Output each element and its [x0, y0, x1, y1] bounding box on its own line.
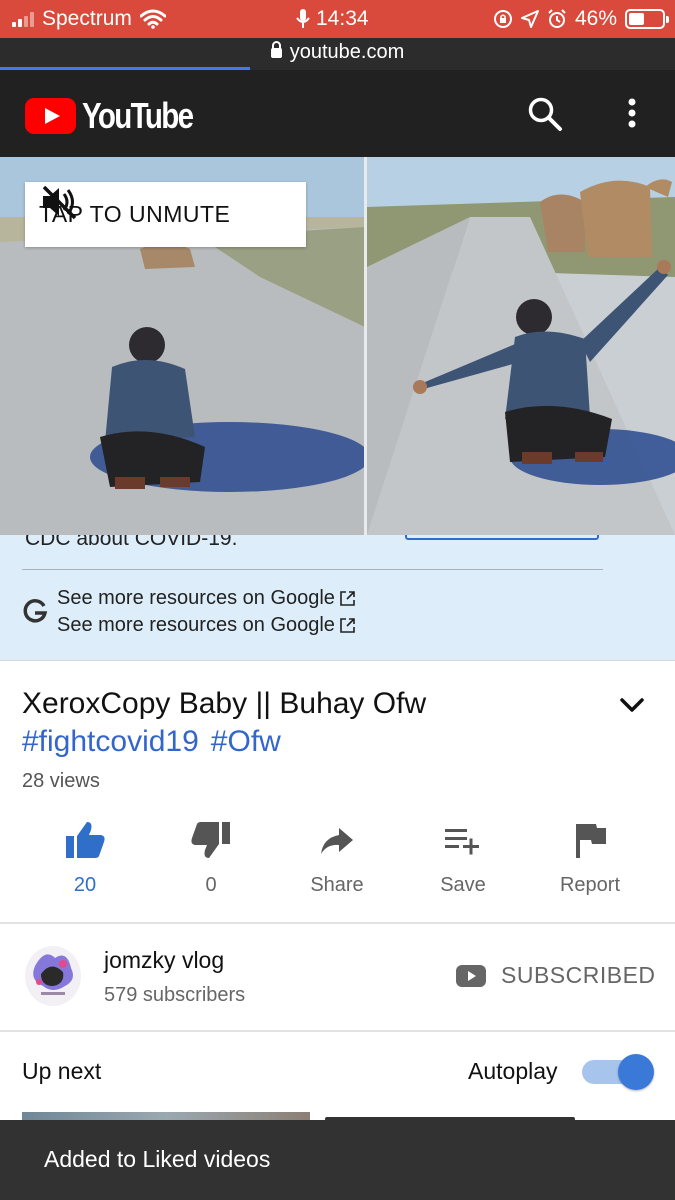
info-divider: [22, 569, 603, 570]
divider: [0, 922, 675, 924]
resources-text: See more resources on Google: [57, 614, 335, 636]
status-left: Spectrum: [12, 7, 166, 31]
status-bar: Spectrum 14:34 46%: [0, 0, 675, 38]
search-icon[interactable]: [527, 96, 563, 132]
battery-percent: 46%: [574, 7, 617, 30]
hashtags: #fightcovid19 #Ofw: [22, 723, 281, 761]
url-display[interactable]: youtube.com: [0, 41, 675, 64]
youtube-logo[interactable]: YouTube: [25, 95, 217, 137]
more-vert-icon[interactable]: [617, 96, 647, 132]
mic-icon: [296, 9, 310, 28]
location-icon: [520, 10, 539, 28]
carrier-label: Spectrum: [42, 7, 132, 30]
thumbs-up-icon: [66, 822, 105, 858]
report-button[interactable]: Report: [535, 818, 645, 897]
status-center: 14:34: [296, 7, 369, 31]
autoplay-label: Autoplay: [468, 1058, 558, 1084]
google-icon: [23, 599, 48, 623]
wifi-icon: [139, 9, 166, 29]
next-video-title[interactable]: [325, 1108, 615, 1120]
dislike-count: 0: [205, 874, 217, 896]
youtube-play-icon: [25, 98, 76, 134]
tap-to-unmute-button[interactable]: TAP TO UNMUTE: [25, 182, 306, 247]
view-count: 28 views: [22, 770, 100, 792]
battery-icon: [625, 9, 669, 29]
action-bar: 20 0 Share Save Report: [0, 818, 675, 923]
like-count: 20: [73, 874, 97, 896]
url-text: youtube.com: [289, 41, 405, 63]
screen: Spectrum 14:34 46% youtube.com YouTube T…: [0, 0, 675, 1200]
alarm-icon: [548, 9, 566, 28]
covid-info-panel: CDC about COVID-19. See more resources o…: [0, 535, 675, 661]
autoplay-toggle[interactable]: [580, 1054, 654, 1090]
external-link-icon: [340, 591, 355, 606]
subscribed-button[interactable]: SUBSCRIBED: [501, 962, 656, 989]
share-label: Share: [310, 874, 364, 896]
hashtag-link[interactable]: #Ofw: [211, 723, 281, 761]
share-icon: [321, 828, 353, 854]
toggle-knob: [618, 1054, 654, 1090]
divider: [0, 1030, 675, 1032]
youtube-wordmark: YouTube: [82, 95, 194, 136]
signal-icon: [12, 11, 34, 27]
rotation-lock-icon: [493, 10, 512, 28]
google-resources-link[interactable]: See more resources on Google: [57, 587, 356, 610]
google-resources-link[interactable]: See more resources on Google: [57, 614, 356, 637]
share-button[interactable]: Share: [282, 818, 392, 897]
clock: 14:34: [316, 7, 369, 30]
subscriber-count: 579 subscribers: [104, 984, 246, 1006]
report-label: Report: [559, 874, 621, 896]
video-player[interactable]: TAP TO UNMUTE: [0, 157, 675, 535]
cdc-text: CDC about COVID-19.: [25, 535, 238, 550]
video-title: XeroxCopy Baby || Buhay Ofw: [22, 687, 427, 720]
status-right: 46%: [493, 7, 669, 31]
channel-avatar[interactable]: [25, 946, 81, 1006]
lock-icon: [270, 41, 282, 58]
chevron-down-icon[interactable]: [618, 694, 646, 716]
volume-off-icon: [42, 185, 77, 220]
thumbs-down-icon: [191, 822, 230, 858]
up-next-label: Up next: [22, 1058, 102, 1084]
youtube-play-icon: [456, 965, 486, 987]
url-bar[interactable]: youtube.com: [0, 38, 675, 70]
hashtag-link[interactable]: #fightcovid19: [22, 723, 199, 761]
learn-more-button[interactable]: [405, 535, 599, 540]
toast-message: Added to Liked videos: [44, 1146, 271, 1172]
playlist-add-icon: [445, 829, 479, 855]
like-button[interactable]: 20: [30, 818, 140, 897]
external-link-icon: [340, 618, 355, 633]
resources-text: See more resources on Google: [57, 587, 335, 609]
dislike-button[interactable]: 0: [156, 818, 266, 897]
channel-name[interactable]: jomzky vlog: [104, 947, 224, 974]
save-button[interactable]: Save: [408, 818, 518, 897]
save-label: Save: [440, 874, 486, 896]
youtube-header: YouTube: [0, 70, 675, 157]
flag-icon: [576, 824, 606, 858]
snackbar-toast: Added to Liked videos: [0, 1120, 675, 1200]
